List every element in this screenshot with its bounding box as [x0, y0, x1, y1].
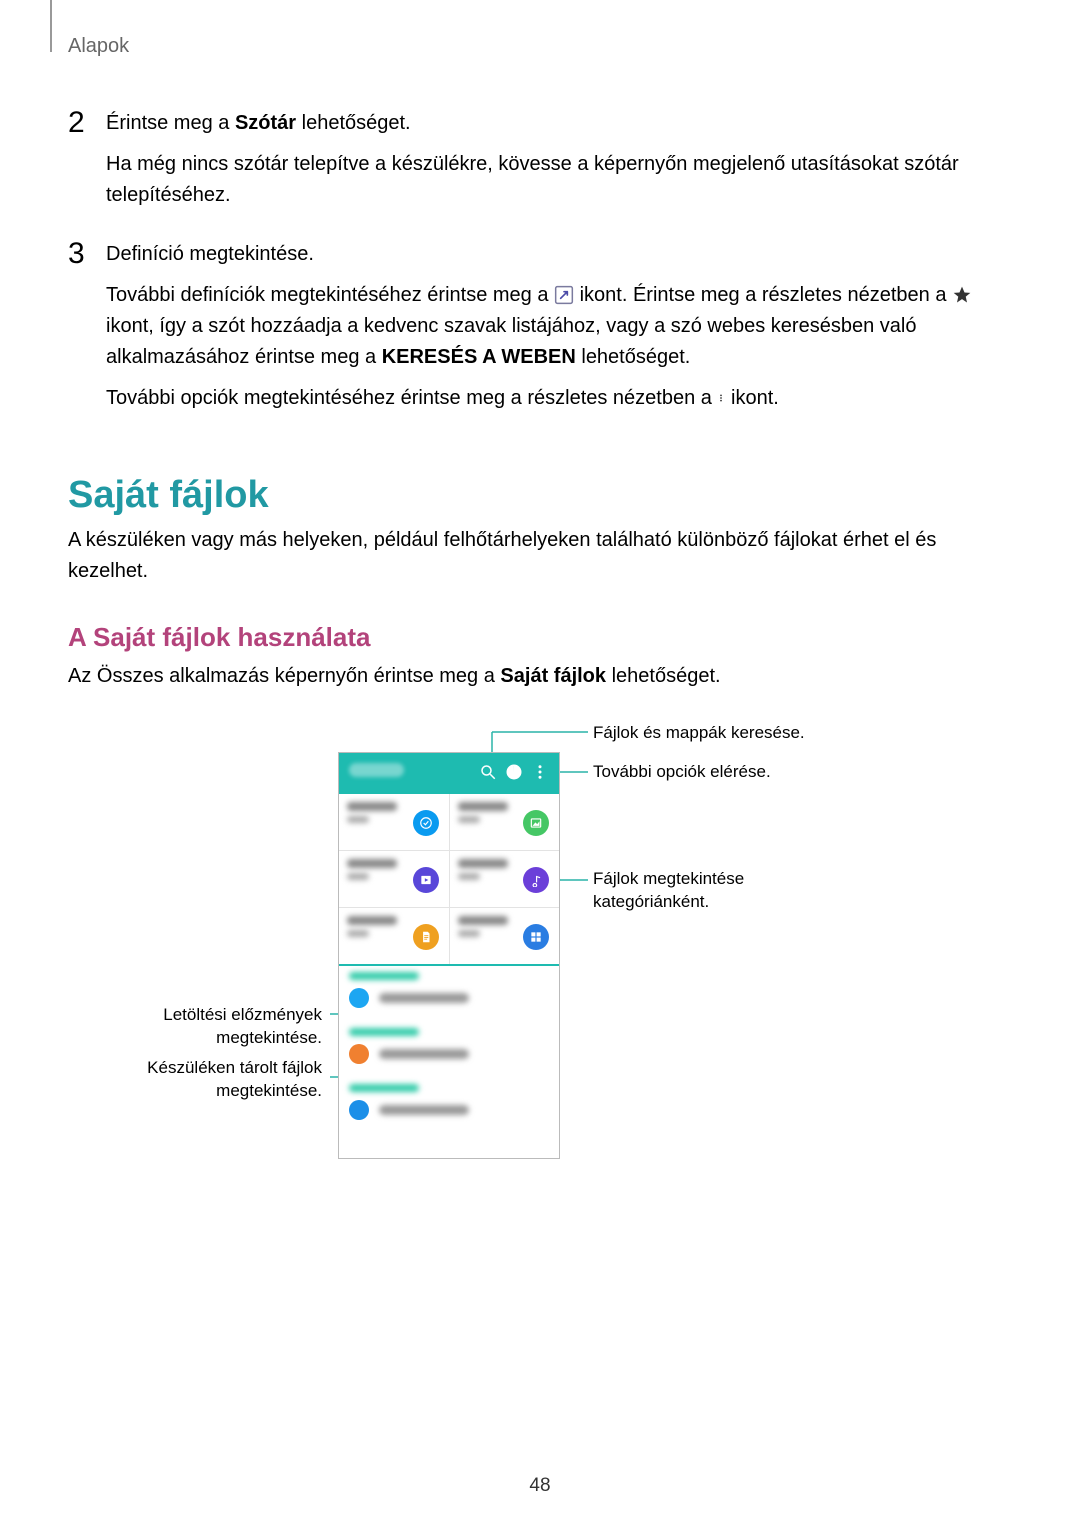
callout-download: Letöltési előzmények megtekintése. [68, 1004, 322, 1050]
callout-more: További opciók elérése. [593, 761, 771, 784]
subsection-title: A Saját fájlok használata [68, 622, 1012, 653]
step-body: Érintse meg a Szótár lehetőséget.Ha még … [106, 108, 1012, 221]
music-category-icon [523, 867, 549, 893]
phone-category-grid [339, 793, 559, 966]
callout-search: Fájlok és mappák keresése. [593, 722, 805, 745]
category-cell[interactable] [449, 908, 560, 964]
list-item-icon [349, 988, 369, 1008]
phone-list-item[interactable] [349, 1100, 549, 1120]
page-number: 48 [0, 1475, 1080, 1497]
step: 2Érintse meg a Szótár lehetőséget.Ha még… [68, 108, 1012, 221]
section-body: A készüléken vagy más helyeken, például … [68, 525, 1012, 587]
phone-list-section [339, 1022, 559, 1078]
check-category-icon [413, 810, 439, 836]
more-icon[interactable] [531, 763, 549, 781]
video-category-icon [413, 867, 439, 893]
step-number: 3 [68, 239, 100, 269]
apps-category-icon [523, 924, 549, 950]
phone-list-section [339, 966, 559, 1022]
expand-icon [554, 285, 574, 305]
phone-app-title [349, 763, 404, 777]
search-icon[interactable] [479, 763, 497, 781]
list-item-icon [349, 1100, 369, 1120]
phone-list-item[interactable] [349, 1044, 549, 1064]
step-body: Definíció megtekintése.További definíció… [106, 239, 1012, 424]
page-header: Alapok [68, 35, 1012, 58]
phone-list-item[interactable] [349, 988, 549, 1008]
callout-category: Fájlok megtekintése kategóriánként. [593, 868, 744, 914]
category-cell[interactable] [339, 851, 449, 907]
subsection-body: Az Összes alkalmazás képernyőn érintse m… [68, 661, 1012, 692]
category-cell[interactable] [449, 794, 560, 850]
category-cell[interactable] [339, 908, 449, 964]
phone-app-bar [339, 753, 559, 793]
header-accent-line [50, 0, 52, 52]
section-title: Saját fájlok [68, 474, 1012, 517]
list-item-icon [349, 1044, 369, 1064]
image-category-icon [523, 810, 549, 836]
category-cell[interactable] [449, 851, 560, 907]
star-icon [952, 285, 972, 305]
phone-screenshot [338, 752, 560, 1159]
doc-category-icon [413, 924, 439, 950]
callout-device: Készüléken tárolt fájlok megtekintése. [147, 1057, 322, 1103]
my-files-figure: Fájlok és mappák keresése. További opció… [68, 722, 1008, 1172]
phone-list [339, 966, 559, 1134]
step: 3Definíció megtekintése.További definíci… [68, 239, 1012, 424]
storage-icon[interactable] [505, 763, 523, 781]
category-cell[interactable] [339, 794, 449, 850]
step-number: 2 [68, 108, 100, 138]
phone-list-section [339, 1078, 559, 1134]
